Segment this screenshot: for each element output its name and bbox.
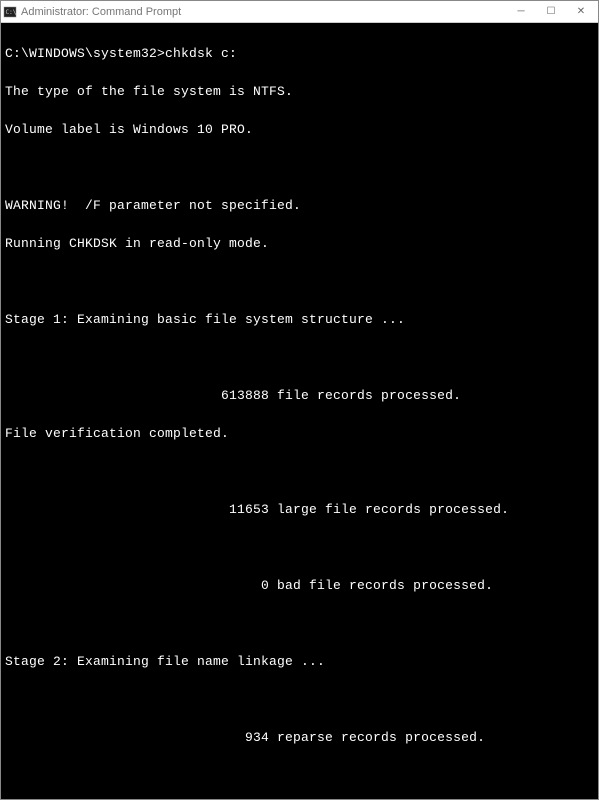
stage1-done: File verification completed. (5, 424, 594, 443)
command: chkdsk c: (165, 46, 237, 61)
fs-type: The type of the file system is NTFS. (5, 82, 594, 101)
blank (5, 158, 594, 177)
stage1-large-records: 11653 large file records processed. (5, 500, 594, 519)
terminal-output[interactable]: C:\WINDOWS\system32>chkdsk c: The type o… (1, 23, 598, 799)
close-button[interactable]: ✕ (566, 2, 596, 22)
cmd-icon: C:\ (3, 5, 17, 19)
minimize-button[interactable]: ─ (506, 2, 536, 22)
svg-text:C:\: C:\ (6, 9, 17, 16)
blank (5, 348, 594, 367)
readonly-mode: Running CHKDSK in read-only mode. (5, 234, 594, 253)
blank (5, 614, 594, 633)
stage1-bad-records: 0 bad file records processed. (5, 576, 594, 595)
prompt: C:\WINDOWS\system32> (5, 46, 165, 61)
blank (5, 462, 594, 481)
volume-label: Volume label is Windows 10 PRO. (5, 120, 594, 139)
warning: WARNING! /F parameter not specified. (5, 196, 594, 215)
window-title: Administrator: Command Prompt (21, 6, 506, 18)
stage2-header: Stage 2: Examining file name linkage ... (5, 652, 594, 671)
maximize-button[interactable]: ☐ (536, 2, 566, 22)
prompt-line: C:\WINDOWS\system32>chkdsk c: (5, 44, 594, 63)
blank (5, 272, 594, 291)
blank (5, 766, 594, 785)
stage1-header: Stage 1: Examining basic file system str… (5, 310, 594, 329)
window-controls: ─ ☐ ✕ (506, 2, 596, 22)
blank (5, 690, 594, 709)
stage2-reparse: 934 reparse records processed. (5, 728, 594, 747)
stage1-file-records: 613888 file records processed. (5, 386, 594, 405)
titlebar: C:\ Administrator: Command Prompt ─ ☐ ✕ (1, 1, 598, 23)
blank (5, 538, 594, 557)
